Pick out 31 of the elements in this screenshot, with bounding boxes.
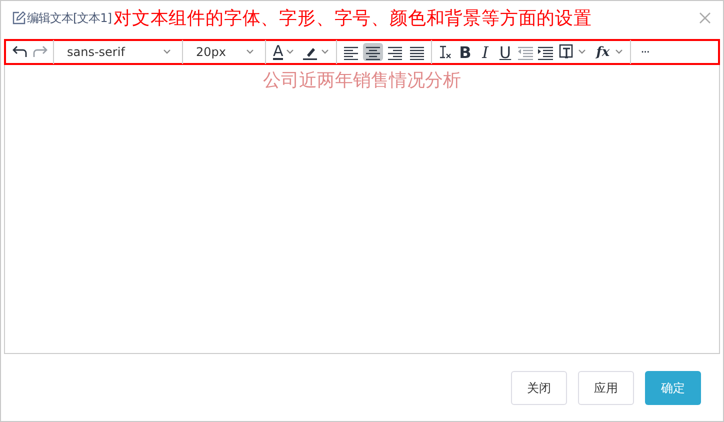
dialog-button[interactable]: 应用 — [578, 371, 634, 405]
text-box-icon — [559, 44, 576, 60]
window-title: 编辑文本[文本1] — [27, 10, 112, 26]
align-center-button[interactable] — [363, 43, 384, 61]
caret-icon — [246, 49, 254, 55]
formula-button[interactable]: fx — [591, 43, 626, 61]
indent-icon — [538, 44, 553, 60]
caret-icon — [614, 49, 623, 55]
align-icon — [410, 44, 424, 60]
annotation-text: 对文本组件的字体、字形、字号、颜色和背景等方面的设置 — [114, 7, 592, 30]
clear-format-icon — [438, 44, 452, 60]
editor-text: 公司近两年销售情况分析 — [262, 69, 462, 92]
italic-button[interactable]: I — [476, 43, 494, 61]
edit-icon — [12, 11, 26, 25]
caret-icon — [163, 49, 171, 55]
caret-icon — [286, 49, 294, 55]
align-icon — [388, 44, 402, 60]
dialog-button[interactable]: 关闭 — [511, 371, 567, 405]
bold-button[interactable]: B — [456, 43, 474, 61]
font-size-select[interactable]: 20px — [186, 42, 262, 62]
undo-icon — [12, 45, 28, 59]
font-family-select[interactable]: sans-serif — [57, 42, 179, 62]
align-icon — [344, 44, 358, 60]
underline-button[interactable]: U — [496, 43, 514, 61]
caret-icon — [578, 49, 586, 55]
outdent-icon — [518, 44, 533, 60]
align-icon — [366, 44, 380, 60]
caret-icon — [321, 49, 330, 55]
font-color-button[interactable]: A — [270, 43, 298, 61]
more-button[interactable]: ··· — [634, 43, 656, 61]
redo-icon — [32, 45, 48, 59]
